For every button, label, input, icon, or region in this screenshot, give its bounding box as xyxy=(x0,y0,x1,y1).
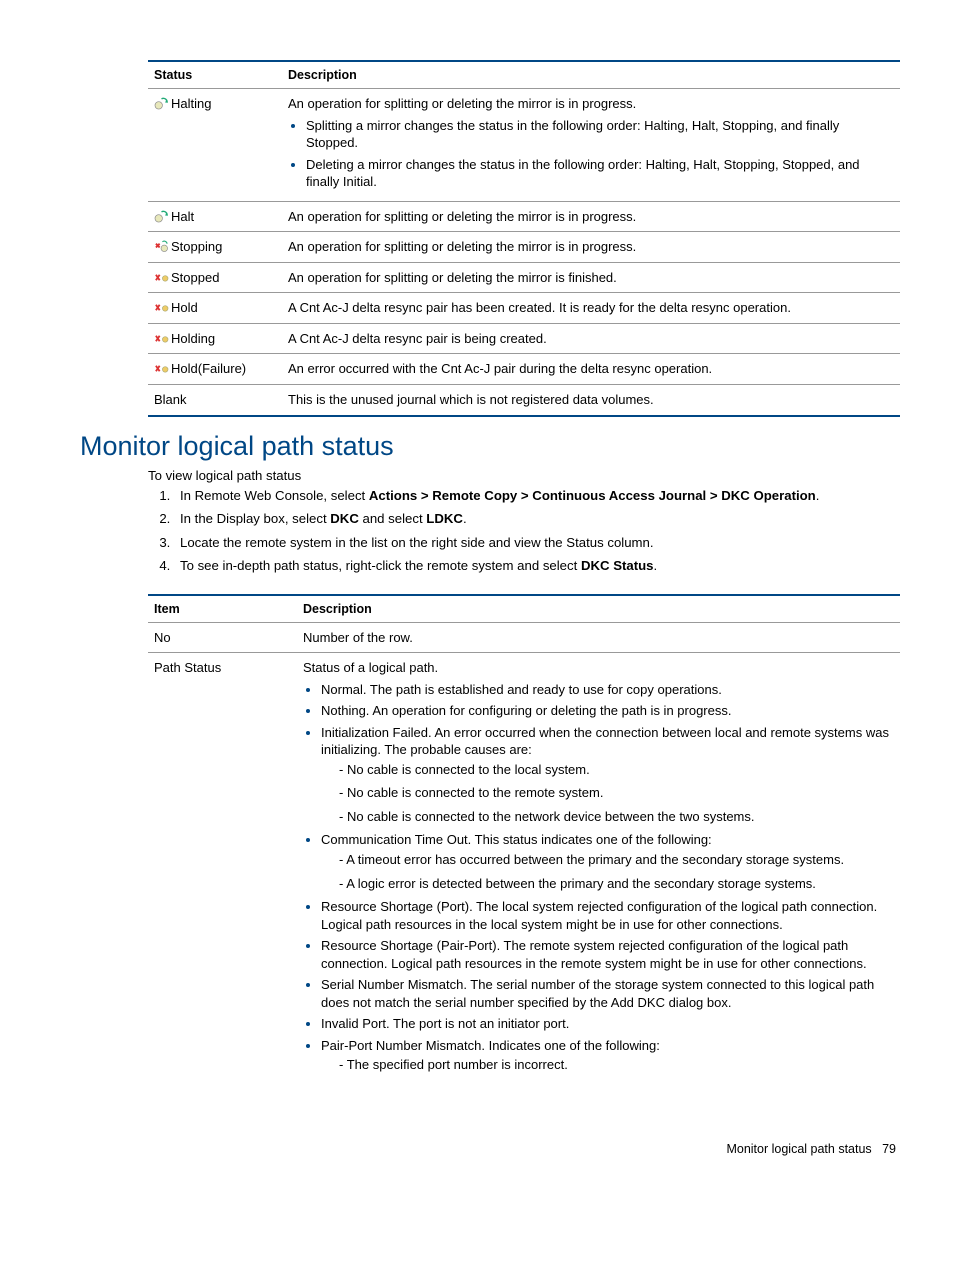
th-description: Description xyxy=(282,61,900,89)
table-row: Hold A Cnt Ac-J delta resync pair has be… xyxy=(148,293,900,324)
footer-title: Monitor logical path status xyxy=(726,1142,871,1156)
table-row: Halting An operation for splitting or de… xyxy=(148,89,900,202)
page-footer: Monitor logical path status 79 xyxy=(0,1130,954,1156)
status-label: Hold xyxy=(171,300,198,315)
table-row: Halt An operation for splitting or delet… xyxy=(148,201,900,232)
desc-text: A Cnt Ac-J delta resync pair has been cr… xyxy=(282,293,900,324)
desc-bullet: Invalid Port. The port is not an initiat… xyxy=(321,1015,892,1033)
status-label: Blank xyxy=(148,385,282,416)
status-label: Halt xyxy=(171,209,194,224)
desc-bullet: Initialization Failed. An error occurred… xyxy=(321,724,892,826)
step-1: In Remote Web Console, select Actions > … xyxy=(174,487,896,505)
status-label: Hold(Failure) xyxy=(171,361,246,376)
desc-bullet: Resource Shortage (Port). The local syst… xyxy=(321,898,892,933)
th-item: Item xyxy=(148,595,297,623)
table-row: Hold(Failure) An error occurred with the… xyxy=(148,354,900,385)
section-heading: Monitor logical path status xyxy=(80,431,896,462)
desc-bullet: Splitting a mirror changes the status in… xyxy=(306,117,892,152)
table-row: Holding A Cnt Ac-J delta resync pair is … xyxy=(148,323,900,354)
desc-text: An operation for splitting or deleting t… xyxy=(282,262,900,293)
halting-icon xyxy=(154,97,169,110)
stopped-icon xyxy=(154,271,169,284)
desc-text: An operation for splitting or deleting t… xyxy=(282,232,900,263)
section-intro: To view logical path status xyxy=(148,468,896,483)
status-label: Holding xyxy=(171,331,215,346)
desc-text: This is the unused journal which is not … xyxy=(282,385,900,416)
hold-icon xyxy=(154,301,169,314)
desc-text: An operation for splitting or deleting t… xyxy=(288,95,892,113)
holding-icon xyxy=(154,332,169,345)
step-3: Locate the remote system in the list on … xyxy=(174,534,896,552)
table-row: Stopped An operation for splitting or de… xyxy=(148,262,900,293)
th-description: Description xyxy=(297,595,900,623)
step-2: In the Display box, select DKC and selec… xyxy=(174,510,896,528)
item-label: No xyxy=(148,622,297,653)
status-label: Stopping xyxy=(171,239,222,254)
table-row: Stopping An operation for splitting or d… xyxy=(148,232,900,263)
desc-text: An error occurred with the Cnt Ac-J pair… xyxy=(282,354,900,385)
status-label: Stopped xyxy=(171,270,219,285)
desc-bullet: Resource Shortage (Pair-Port). The remot… xyxy=(321,937,892,972)
item-label: Path Status xyxy=(148,653,297,1086)
table-row: Blank This is the unused journal which i… xyxy=(148,385,900,416)
desc-text: A Cnt Ac-J delta resync pair is being cr… xyxy=(282,323,900,354)
desc-bullet: Pair-Port Number Mismatch. Indicates one… xyxy=(321,1037,892,1074)
desc-bullet: Deleting a mirror changes the status in … xyxy=(306,156,892,191)
status-table: Status Description Halting An operation … xyxy=(148,60,900,417)
desc-text: Number of the row. xyxy=(297,622,900,653)
desc-bullet: Communication Time Out. This status indi… xyxy=(321,831,892,892)
pathstatus-table: Item Description No Number of the row. P… xyxy=(148,594,900,1086)
stopping-icon xyxy=(154,240,169,253)
table-row: Path Status Status of a logical path. No… xyxy=(148,653,900,1086)
desc-bullet: Nothing. An operation for configuring or… xyxy=(321,702,892,720)
table-row: No Number of the row. xyxy=(148,622,900,653)
desc-text: Status of a logical path. xyxy=(303,659,892,677)
halt-icon xyxy=(154,210,169,223)
desc-bullet: Serial Number Mismatch. The serial numbe… xyxy=(321,976,892,1011)
desc-text: An operation for splitting or deleting t… xyxy=(282,201,900,232)
desc-bullet: Normal. The path is established and read… xyxy=(321,681,892,699)
holdfailure-icon xyxy=(154,362,169,375)
step-4: To see in-depth path status, right-click… xyxy=(174,557,896,575)
status-label: Halting xyxy=(171,96,211,111)
footer-page: 79 xyxy=(882,1142,896,1156)
th-status: Status xyxy=(148,61,282,89)
